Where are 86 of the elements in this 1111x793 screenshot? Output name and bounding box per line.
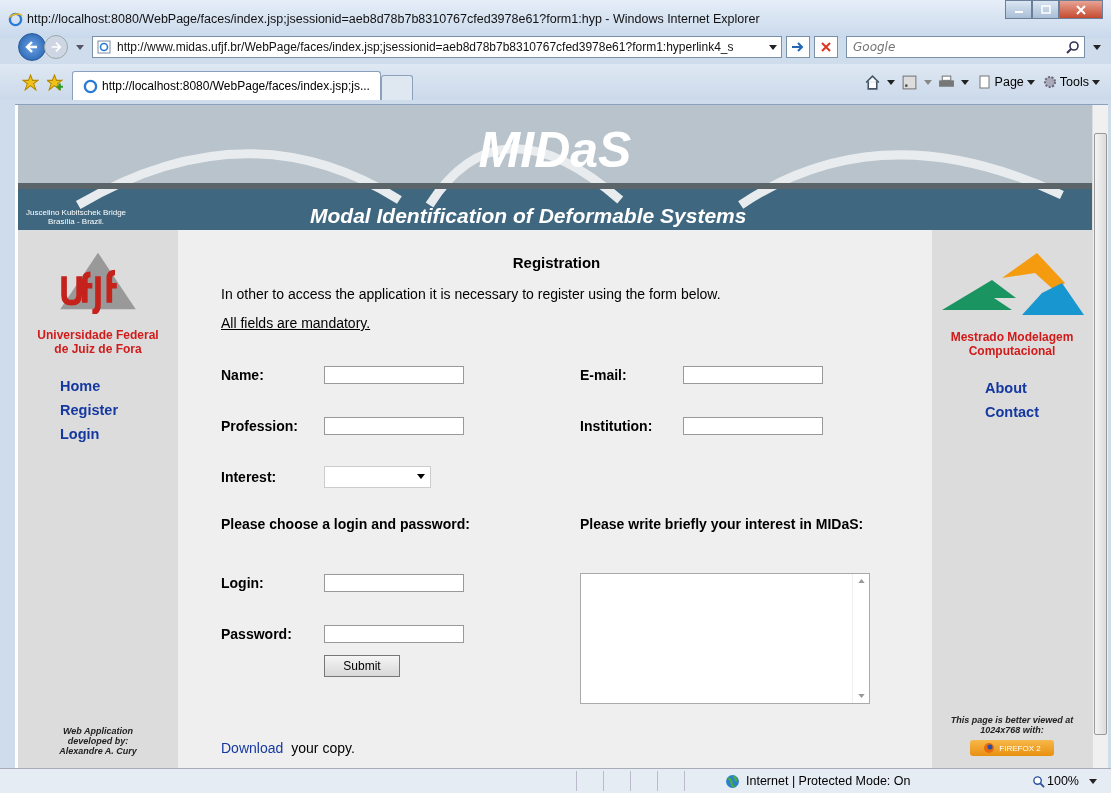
dropdown-caret-icon <box>1026 79 1035 85</box>
vertical-scrollbar[interactable] <box>1092 105 1108 768</box>
text-field[interactable] <box>324 365 464 384</box>
university-name: de Juiz de Fora <box>54 342 142 356</box>
browser-logo-icon <box>8 11 23 27</box>
window-title: http://localhost:8080/WebPage/faces/index.jsp;jsessionid=aeb8d78b7b8310767cfed3978e61?form1:hyp - Windows Internet Explorer <box>27 12 761 26</box>
download-text: your copy. <box>291 740 355 756</box>
field-label: Password: <box>221 625 293 642</box>
dropdown-caret-icon <box>417 474 425 479</box>
program-name: Computacional <box>968 344 1056 358</box>
dropdown-field[interactable] <box>324 465 431 488</box>
field-label: Login: <box>221 574 265 591</box>
search-box[interactable]: Google <box>846 36 1085 58</box>
form-heading: Registration <box>512 254 601 271</box>
browser-tab[interactable]: http://localhost:8080/WebPage/faces/index.jsp;js... <box>72 71 381 100</box>
field-label: E-mail: <box>580 366 628 383</box>
home-icon[interactable] <box>863 73 881 91</box>
dropdown-caret-icon <box>769 44 777 50</box>
globe-icon <box>725 773 740 789</box>
site-title: MIDaS <box>478 125 632 175</box>
university-name: Universidade Federal <box>37 328 159 342</box>
close-icon <box>1076 4 1086 15</box>
gear-icon <box>1042 75 1057 89</box>
interest-text-area[interactable] <box>580 573 870 704</box>
right-arrow-icon <box>791 41 805 53</box>
field-label: Name: <box>221 366 265 383</box>
browser-note: This page is better viewed at <box>950 715 1074 725</box>
nav-link[interactable]: About <box>985 380 1039 396</box>
page-icon <box>97 40 111 54</box>
credit-text: Web Application <box>63 726 133 736</box>
tools-menu[interactable]: Tools <box>1039 75 1103 89</box>
new-tab-button[interactable] <box>380 75 413 100</box>
credit-text: developed by: <box>67 736 129 746</box>
left-arrow-icon <box>25 40 39 54</box>
nav-link[interactable]: Login <box>60 426 119 442</box>
zoom-control[interactable]: 100% <box>1032 774 1079 788</box>
add-favorite-icon[interactable] <box>47 73 64 91</box>
star-icon[interactable] <box>22 73 39 91</box>
dropdown-caret-icon[interactable] <box>886 79 895 85</box>
dropdown-caret-icon[interactable] <box>1089 778 1097 784</box>
security-zone: Internet | Protected Mode: On <box>746 774 912 788</box>
text-field[interactable] <box>324 573 464 592</box>
section-heading: Please write briefly your interest in MIDaS: <box>580 516 865 534</box>
stop-button[interactable] <box>814 36 838 58</box>
go-button[interactable] <box>786 36 810 58</box>
browser-note: 1024x768 with: <box>980 725 1044 735</box>
text-field[interactable] <box>324 624 464 643</box>
globe-icon <box>983 742 996 754</box>
field-label: Profession: <box>221 417 299 434</box>
address-field[interactable]: http://www.midas.ufjf.br/WebPage/faces/index.jsp;jsessionid=aeb8d78b7b8310767cfed3978e61?form1:hyperlink4_s <box>92 36 782 58</box>
section-heading: Please choose a login and password: <box>221 516 471 534</box>
field-label: Institution: <box>580 417 654 434</box>
text-field[interactable] <box>324 416 464 435</box>
minimize-button[interactable] <box>1005 0 1032 19</box>
text-field[interactable] <box>683 365 823 384</box>
scroll-up-icon <box>857 579 865 583</box>
maximize-button[interactable] <box>1032 0 1059 19</box>
text-field[interactable] <box>683 416 823 435</box>
right-arrow-icon <box>50 41 62 53</box>
maximize-icon <box>1040 5 1051 14</box>
zoom-icon <box>1032 774 1045 788</box>
feed-icon[interactable] <box>900 73 918 91</box>
nav-link[interactable]: Register <box>60 402 119 418</box>
download-link[interactable]: Download <box>221 740 284 756</box>
dropdown-caret-icon[interactable] <box>1093 44 1101 50</box>
mandatory-note: All fields are mandatory. <box>221 315 372 331</box>
page-icon <box>977 75 992 89</box>
close-button[interactable] <box>1059 0 1103 19</box>
search-icon <box>1066 40 1080 54</box>
submit-button[interactable]: Submit <box>324 655 400 677</box>
photo-caption: Juscelino Kubitschek Bridge <box>26 208 127 217</box>
browser-logo-icon <box>83 78 98 94</box>
close-icon <box>820 41 832 53</box>
page-menu[interactable]: Page <box>974 75 1038 89</box>
photo-caption: Brasília - Brazil. <box>48 217 105 226</box>
program-name: Mestrado Modelagem <box>950 330 1074 344</box>
nav-link[interactable]: Home <box>60 378 119 394</box>
nav-link[interactable]: Contact <box>985 404 1039 420</box>
field-label: Interest: <box>221 468 278 485</box>
site-subtitle: Modal Identification of Deformable Systems <box>310 204 747 228</box>
intro-text: In other to access the application it is necessary to register using the form below. <box>221 286 722 302</box>
credit-text: Alexandre A. Cury <box>59 746 137 756</box>
dropdown-caret-icon[interactable] <box>960 79 969 85</box>
scroll-down-icon <box>857 694 865 698</box>
back-button[interactable] <box>18 33 46 61</box>
dropdown-caret-icon <box>1092 79 1100 85</box>
